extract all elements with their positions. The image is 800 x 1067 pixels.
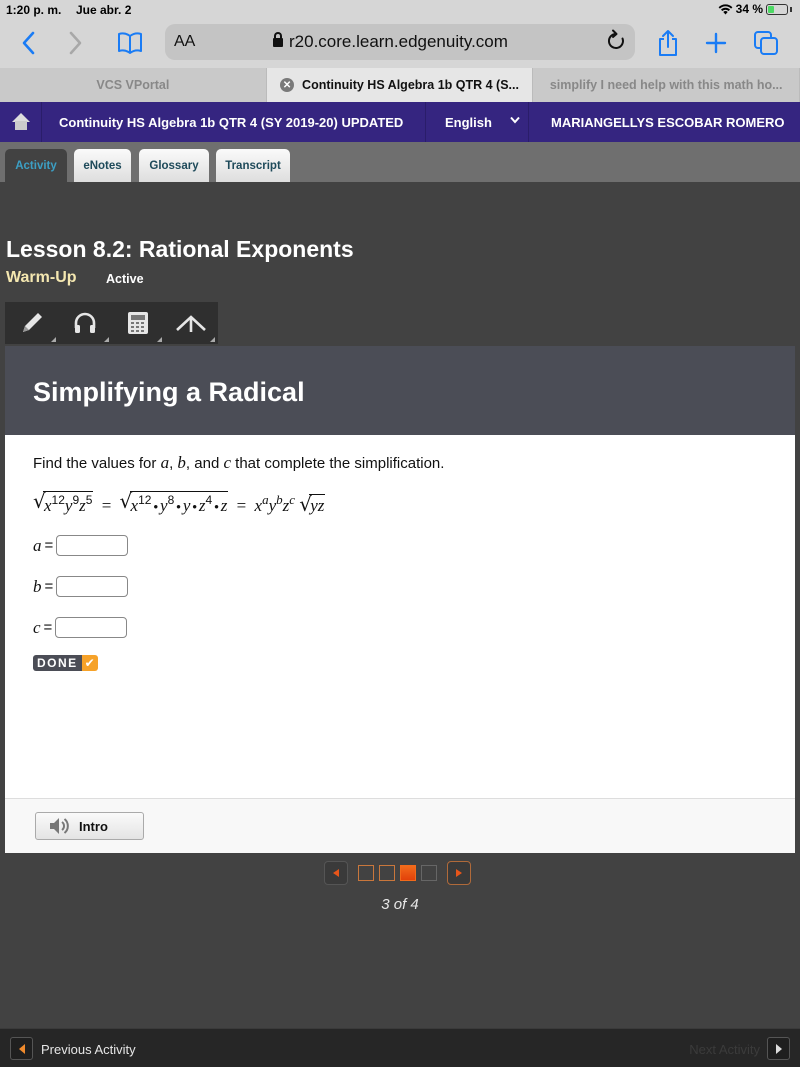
question-prompt: Find the values for a, b, and c that com… <box>33 453 445 472</box>
speaker-icon <box>48 817 70 835</box>
pencil-tool[interactable] <box>5 302 58 344</box>
tab-label: Transcript <box>225 159 281 172</box>
bookmarks-icon[interactable] <box>116 28 144 58</box>
wifi-icon <box>718 4 733 15</box>
previous-page-button[interactable] <box>324 861 348 885</box>
answer-b-input[interactable] <box>56 576 129 597</box>
course-header: Continuity HS Algebra 1b QTR 4 (SY 2019-… <box>0 102 800 142</box>
tool-strip <box>5 302 218 344</box>
tab-label: Glossary <box>149 159 199 172</box>
tab-activity[interactable]: Activity <box>5 149 67 182</box>
page-3-button-current[interactable] <box>400 865 416 881</box>
url-text[interactable]: r20.core.learn.edgenuity.com <box>273 32 508 52</box>
activity-tabs: Activity eNotes Glossary Transcript <box>0 142 800 182</box>
close-tab-icon[interactable]: ✕ <box>280 78 295 92</box>
course-title[interactable]: Continuity HS Algebra 1b QTR 4 (SY 2019-… <box>59 115 403 130</box>
tab-label: Activity <box>15 159 57 172</box>
calculator-tool[interactable] <box>111 302 164 344</box>
forward-icon[interactable] <box>64 28 88 58</box>
checkmark-icon: ✔ <box>81 655 98 671</box>
reference-icon <box>175 315 206 332</box>
chevron-down-icon <box>510 113 520 127</box>
calculator-icon <box>127 312 148 334</box>
next-activity-button[interactable] <box>767 1037 790 1060</box>
headphones-icon <box>74 312 95 333</box>
address-bar[interactable]: AA r20.core.learn.edgenuity.com <box>165 24 635 60</box>
browser-tab-label: Continuity HS Algebra 1b QTR 4 (S... <box>302 78 519 92</box>
arrow-right-icon <box>775 1043 782 1054</box>
tab-transcript[interactable]: Transcript <box>216 149 290 182</box>
answer-row-b: b = <box>33 576 129 597</box>
previous-activity-label[interactable]: Previous Activity <box>41 1042 136 1057</box>
language-select[interactable]: English <box>425 102 529 142</box>
activity-status: Active <box>106 272 144 286</box>
share-icon[interactable] <box>655 28 681 58</box>
page-navigator <box>324 860 471 886</box>
middle-radical: √ x12 • y8 • y • z4 • z <box>119 489 229 515</box>
rhs-radical: √ yz <box>299 492 326 516</box>
next-page-button[interactable] <box>447 861 471 885</box>
browser-tab-bar: VCS VPortal ✕ Continuity HS Algebra 1b QT… <box>0 68 800 102</box>
browser-tab-label: VCS VPortal <box>96 78 170 92</box>
tab-label: eNotes <box>83 159 122 172</box>
lesson-title: Lesson 8.2: Rational Exponents <box>6 236 354 262</box>
reference-tool[interactable] <box>164 302 217 344</box>
intro-label: Intro <box>79 818 108 834</box>
browser-tab[interactable]: VCS VPortal <box>0 68 267 102</box>
page-indicator: 3 of 4 <box>381 896 419 913</box>
text-size-button[interactable]: AA <box>174 33 195 51</box>
browser-tab-label: simplify I need help with this math ho..… <box>549 78 783 92</box>
lock-icon <box>273 32 283 47</box>
home-icon <box>11 113 30 131</box>
arrow-left-icon <box>333 869 339 877</box>
browser-tab[interactable]: simplify I need help with this math ho..… <box>533 68 800 102</box>
back-icon[interactable] <box>16 28 40 58</box>
pencil-icon <box>22 313 42 332</box>
answer-a-input[interactable] <box>56 535 129 556</box>
page-4-button[interactable] <box>421 865 437 881</box>
arrow-left-icon <box>18 1043 25 1054</box>
status-bar: 1:20 p. m. Jue abr. 2 34 % <box>0 0 800 20</box>
next-activity-label: Next Activity <box>689 1042 760 1057</box>
activity-footer: Intro <box>5 798 795 853</box>
status-date: Jue abr. 2 <box>76 3 132 17</box>
rhs-expression: xaybzc √ yz <box>254 492 326 516</box>
page-1-button[interactable] <box>358 865 374 881</box>
audio-tool[interactable] <box>58 302 111 344</box>
url-value: r20.core.learn.edgenuity.com <box>289 32 508 51</box>
page-2-button[interactable] <box>379 865 395 881</box>
activity-header: Simplifying a Radical <box>5 346 795 435</box>
battery-icon <box>766 3 788 15</box>
activity-body: Find the values for a, b, and c that com… <box>5 435 795 798</box>
battery-percent: 34 % <box>735 2 763 16</box>
tab-enotes[interactable]: eNotes <box>74 149 131 182</box>
tab-glossary[interactable]: Glossary <box>139 149 209 182</box>
lhs-radical: √ x12y9z5 <box>33 489 94 515</box>
activity-type: Warm-Up <box>6 269 77 286</box>
browser-toolbar: AA r20.core.learn.edgenuity.com <box>0 20 800 68</box>
answer-row-c: c = <box>33 617 128 638</box>
language-value: English <box>445 115 492 130</box>
browser-tab-active[interactable]: ✕ Continuity HS Algebra 1b QTR 4 (S... <box>266 68 534 102</box>
reload-icon[interactable] <box>607 29 625 57</box>
intro-button[interactable]: Intro <box>35 812 144 840</box>
activity-nav-bar: Previous Activity Next Activity <box>0 1028 800 1067</box>
new-tab-icon[interactable] <box>704 28 728 58</box>
done-button[interactable]: DONE ✔ <box>33 655 98 671</box>
previous-activity-button[interactable] <box>10 1037 33 1060</box>
activity-title: Simplifying a Radical <box>33 377 305 407</box>
home-button[interactable] <box>0 102 42 142</box>
status-right: 34 % <box>718 2 792 16</box>
answer-row-a: a = <box>33 535 129 556</box>
arrow-right-icon <box>456 869 462 877</box>
simplification-equation: √ x12y9z5 = √ x12 • y8 • y • z4 • z = xaybzc √ yz <box>33 489 326 516</box>
tabs-icon[interactable] <box>752 28 780 58</box>
answer-c-input[interactable] <box>55 617 128 638</box>
user-name[interactable]: MARIANGELLYS ESCOBAR ROMERO <box>551 115 785 130</box>
status-time: 1:20 p. m. <box>6 3 62 17</box>
